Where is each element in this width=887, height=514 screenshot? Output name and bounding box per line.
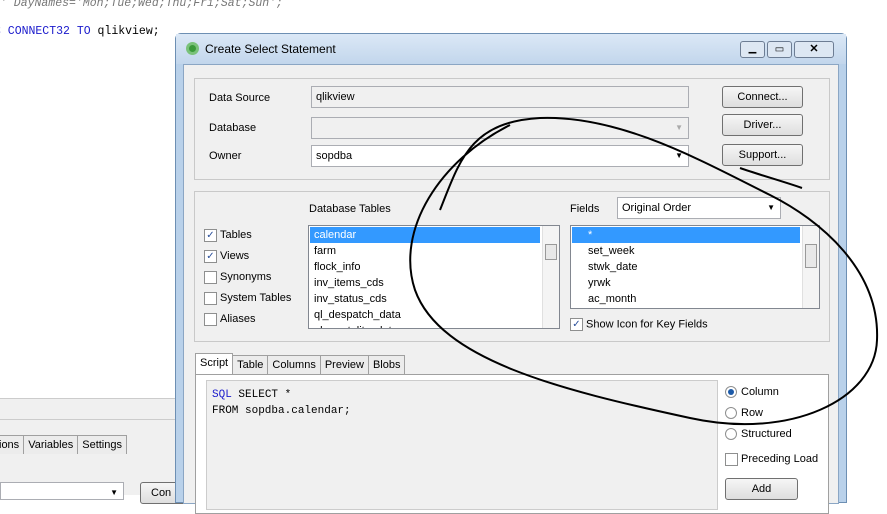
hand-drawn-circle-annotation (409, 116, 879, 426)
